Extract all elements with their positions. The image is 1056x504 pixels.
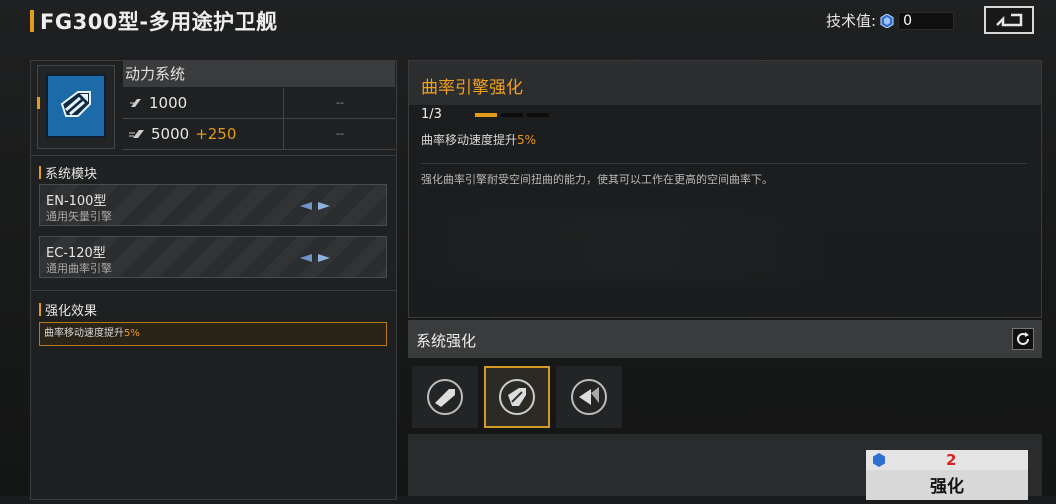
stat-compare-1: -- — [283, 88, 396, 118]
detail-effect-pct: 5% — [517, 133, 537, 147]
detail-title: 曲率引擎强化 — [421, 78, 523, 98]
refresh-icon — [1017, 332, 1029, 345]
thruster-icon — [427, 379, 463, 415]
tech-icon — [880, 13, 894, 28]
warp-drive-icon — [300, 254, 330, 262]
enhance-option-warp-engine[interactable] — [484, 366, 550, 428]
system-icon-frame — [37, 65, 115, 149]
title-accent — [30, 10, 34, 32]
stat-value-1: 1000 — [149, 94, 188, 112]
tech-value-display: 技术值: 0 — [826, 10, 955, 31]
speed-icon — [130, 99, 141, 107]
effect-pct: 5% — [124, 328, 140, 339]
level-segment-1 — [475, 113, 497, 117]
level-segment-3 — [527, 113, 549, 117]
effect-entry: 曲率移动速度提升5% — [39, 322, 387, 346]
system-panel: 动力系统 1000 -- 5000 +250 -- 系统模块 EN-100型 通用… — [30, 60, 397, 500]
enhance-option-thruster[interactable] — [412, 366, 478, 428]
stat-row-1: 1000 -- — [123, 88, 395, 119]
module-name: EC-120型 — [46, 246, 106, 261]
stat-row-2: 5000 +250 -- — [123, 119, 395, 150]
cost-display: 2 — [866, 450, 1028, 470]
detail-panel: 曲率引擎强化 1/3 曲率移动速度提升5% 强化曲率引擎耐受空间扭曲的能力，使其… — [408, 60, 1042, 318]
refresh-button[interactable] — [1012, 328, 1034, 350]
module-ec120[interactable]: EC-120型 通用曲率引擎 — [39, 236, 387, 278]
divider — [31, 290, 396, 291]
module-sub: 通用曲率引擎 — [46, 262, 112, 275]
detail-effect-text: 曲率移动速度提升 — [421, 133, 518, 147]
warp-speed-icon — [129, 130, 144, 138]
modules-title: 系统模块 — [45, 167, 98, 182]
stat-value-2: 5000 — [151, 125, 190, 143]
engine-glyph-icon — [60, 91, 91, 117]
engine-upgrade-icon — [571, 379, 607, 415]
level-text: 1/3 — [421, 107, 442, 122]
thruster-icon — [300, 202, 330, 210]
module-name: EN-100型 — [46, 194, 107, 209]
enhance-title: 系统强化 — [416, 332, 477, 350]
detail-effect: 曲率移动速度提升5% — [421, 131, 536, 148]
modules-heading: 系统模块 — [39, 163, 97, 182]
page-header: FG300型-多用途护卫舰 — [30, 6, 278, 36]
detail-description: 强化曲率引擎耐受空间扭曲的能力，使其可以工作在更高的空间曲率下。 — [421, 173, 773, 186]
tech-icon — [873, 453, 885, 467]
cost-value: 2 — [946, 451, 957, 469]
tech-value: 0 — [898, 11, 955, 30]
system-name: 动力系统 — [123, 61, 395, 87]
power-system-icon — [46, 74, 106, 138]
back-icon — [996, 13, 1023, 27]
warp-engine-icon — [499, 379, 535, 415]
effect-title: 强化效果 — [45, 304, 98, 319]
level-segment-2 — [501, 113, 523, 117]
module-en100[interactable]: EN-100型 通用矢量引擎 — [39, 184, 387, 226]
detail-header: 曲率引擎强化 — [409, 61, 1041, 105]
selected-marker — [37, 97, 40, 109]
divider — [31, 155, 396, 156]
heading-accent — [39, 166, 41, 179]
page-title: FG300型-多用途护卫舰 — [40, 10, 278, 34]
divider — [421, 163, 1027, 164]
stat-compare-2: -- — [283, 119, 396, 149]
back-button[interactable] — [984, 6, 1034, 34]
heading-accent — [39, 303, 41, 316]
module-sub: 通用矢量引擎 — [46, 210, 112, 223]
stat-bonus-2: +250 — [195, 125, 237, 143]
tech-label: 技术值: — [826, 12, 877, 30]
enhance-option-engine-upgrade[interactable] — [556, 366, 622, 428]
enhance-header: 系统强化 — [408, 320, 1042, 358]
effect-heading: 强化效果 — [39, 300, 97, 319]
effect-text: 曲率移动速度提升 — [44, 328, 124, 339]
